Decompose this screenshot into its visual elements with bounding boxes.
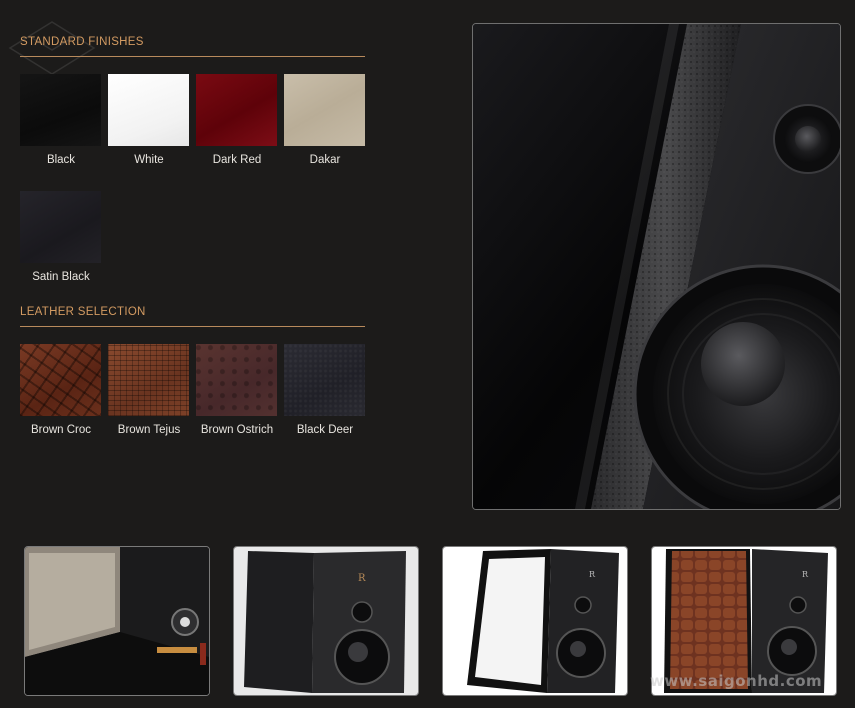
swatch-dakar[interactable] [284, 74, 365, 146]
swatch-label-brown-tejus: Brown Tejus [117, 424, 181, 436]
thumbnail-black-speaker[interactable]: R [233, 546, 419, 696]
swatch-satin-black[interactable] [20, 191, 101, 263]
swatch-label-black-deer: Black Deer [296, 424, 354, 436]
swatch-brown-croc[interactable] [20, 344, 101, 416]
swatch-label-dakar: Dakar [309, 154, 341, 166]
svg-text:R: R [802, 570, 809, 579]
thumbnail-rear-panel[interactable] [24, 546, 210, 696]
swatch-white[interactable] [108, 74, 189, 146]
swatch-label-black: Black [46, 154, 76, 166]
swatch-black[interactable] [20, 74, 101, 146]
black-speaker-illustration: R [234, 547, 418, 695]
swatch-label-brown-ostrich: Brown Ostrich [200, 424, 274, 436]
speaker-closeup-illustration [473, 24, 840, 509]
thumbnail-white-speaker[interactable]: R [442, 546, 628, 696]
svg-text:R: R [358, 573, 366, 584]
site-watermark: www.saigonhd.com [650, 672, 823, 690]
swatch-brown-ostrich[interactable] [196, 344, 277, 416]
standard-finishes-heading: STANDARD FINISHES [20, 36, 365, 57]
hero-speaker-image [472, 23, 841, 510]
rear-panel-illustration [25, 547, 209, 695]
swatch-brown-tejus[interactable] [108, 344, 189, 416]
swatch-label-white: White [134, 154, 164, 166]
white-speaker-illustration: R [443, 547, 627, 695]
swatch-label-brown-croc: Brown Croc [30, 424, 92, 436]
swatch-label-satin-black: Satin Black [32, 271, 90, 283]
swatch-black-deer[interactable] [284, 344, 365, 416]
leather-selection-heading: LEATHER SELECTION [20, 306, 365, 327]
swatch-label-dark-red: Dark Red [212, 154, 262, 166]
svg-text:R: R [589, 570, 596, 579]
swatch-dark-red[interactable] [196, 74, 277, 146]
